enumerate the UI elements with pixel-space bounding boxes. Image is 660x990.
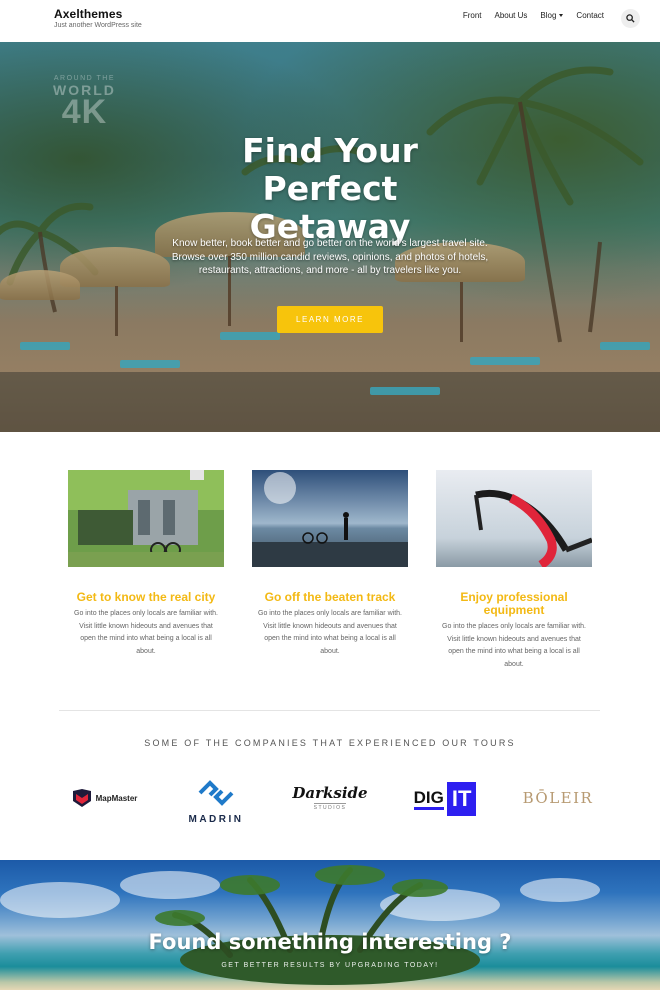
cta-subtitle: GET BETTER RESULTS BY UPGRADING TODAY! — [221, 962, 439, 969]
section-divider — [59, 710, 600, 711]
site-header: Axelthemes Just another WordPress site F… — [0, 0, 660, 42]
caret-down-icon — [559, 14, 564, 18]
beach-chair — [600, 342, 650, 350]
hero-title-text: Find Your Perfect Getaway — [242, 131, 418, 246]
nav-item-front[interactable]: Front — [463, 11, 482, 20]
feature-image-track[interactable] — [252, 470, 408, 567]
nav-item-blog-label: Blog — [540, 11, 557, 20]
site-branding: Axelthemes Just another WordPress site — [54, 7, 142, 30]
tropical-island-photo — [0, 865, 600, 985]
feature-text: Go into the places only locals are famil… — [258, 610, 402, 655]
feature-card-track: Go off the beaten track Go into the plac… — [252, 470, 408, 658]
features-section: Get to know the real city Go into the pl… — [0, 432, 660, 712]
feature-title[interactable]: Enjoy professional equipment — [436, 591, 592, 617]
feature-text: Go into the places only locals are famil… — [442, 623, 586, 668]
nav-item-about-us[interactable]: About Us — [495, 11, 528, 20]
beach-chair — [470, 357, 540, 365]
feature-title[interactable]: Get to know the real city — [68, 591, 224, 604]
feature-card-city: Get to know the real city Go into the pl… — [68, 470, 224, 658]
darkside-subtitle: STUDIOS — [313, 803, 347, 811]
feature-title[interactable]: Go off the beaten track — [252, 591, 408, 604]
darkside-wordmark: Darkside — [292, 784, 368, 802]
cta-title: Found something interesting ? — [148, 930, 512, 954]
boleir-wordmark: BŌLEIR — [522, 789, 594, 807]
logo-madrin: MADRIN — [184, 774, 248, 828]
nav-item-contact[interactable]: Contact — [576, 11, 604, 20]
umbrella-hut — [0, 270, 80, 300]
madrin-wordmark: MADRIN — [188, 813, 244, 825]
search-button[interactable] — [621, 9, 640, 28]
mapmaster-wordmark: MapMaster — [95, 793, 138, 803]
madrin-logo-icon — [198, 779, 234, 806]
bike-handlebar-photo — [436, 470, 592, 567]
site-title[interactable]: Axelthemes — [54, 7, 142, 21]
digit-wordmark-it: IT — [446, 782, 477, 816]
companies-title: SOME OF THE COMPANIES THAT EXPERIENCED O… — [144, 738, 516, 748]
hero-title: Find Your Perfect Getaway — [0, 132, 660, 246]
hero-description: Know better, book better and go better o… — [171, 238, 489, 276]
hut-pole — [115, 286, 118, 336]
feature-card-equipment: Enjoy professional equipment Go into the… — [436, 470, 592, 671]
beach-sunset-photo — [252, 470, 408, 567]
site-tagline: Just another WordPress site — [54, 22, 142, 29]
cta-section: Found something interesting ? GET BETTER… — [0, 860, 660, 990]
logo-mapmaster: MapMaster — [64, 786, 144, 810]
watermark-line: 4K — [61, 93, 108, 131]
feature-image-equipment[interactable] — [436, 470, 592, 567]
video-watermark-logo: AROUND THE WORLD 4K — [53, 75, 116, 131]
digit-wordmark-dig: DIG — [413, 788, 444, 810]
logo-boleir: BŌLEIR — [518, 786, 598, 810]
beach-chair — [120, 360, 180, 368]
learn-more-button[interactable]: LEARN MORE — [277, 306, 383, 333]
feature-text: Go into the places only locals are famil… — [74, 610, 218, 655]
city-bikes-photo — [68, 470, 224, 567]
beach-chair — [220, 332, 280, 340]
nav-item-blog[interactable]: Blog — [540, 11, 564, 20]
logo-digit: DIG IT — [408, 780, 482, 818]
mapmaster-logo-icon — [72, 789, 91, 807]
main-nav: Front About Us Blog Contact — [450, 9, 640, 28]
feature-image-city[interactable] — [68, 470, 224, 567]
beach-chair — [370, 387, 440, 395]
hut-pole — [460, 282, 463, 342]
search-icon — [626, 14, 635, 23]
hero-section: AROUND THE WORLD 4K Find Your Perfect Ge… — [0, 42, 660, 432]
beach-chair — [20, 342, 70, 350]
logo-darkside: Darkside STUDIOS — [290, 782, 370, 814]
